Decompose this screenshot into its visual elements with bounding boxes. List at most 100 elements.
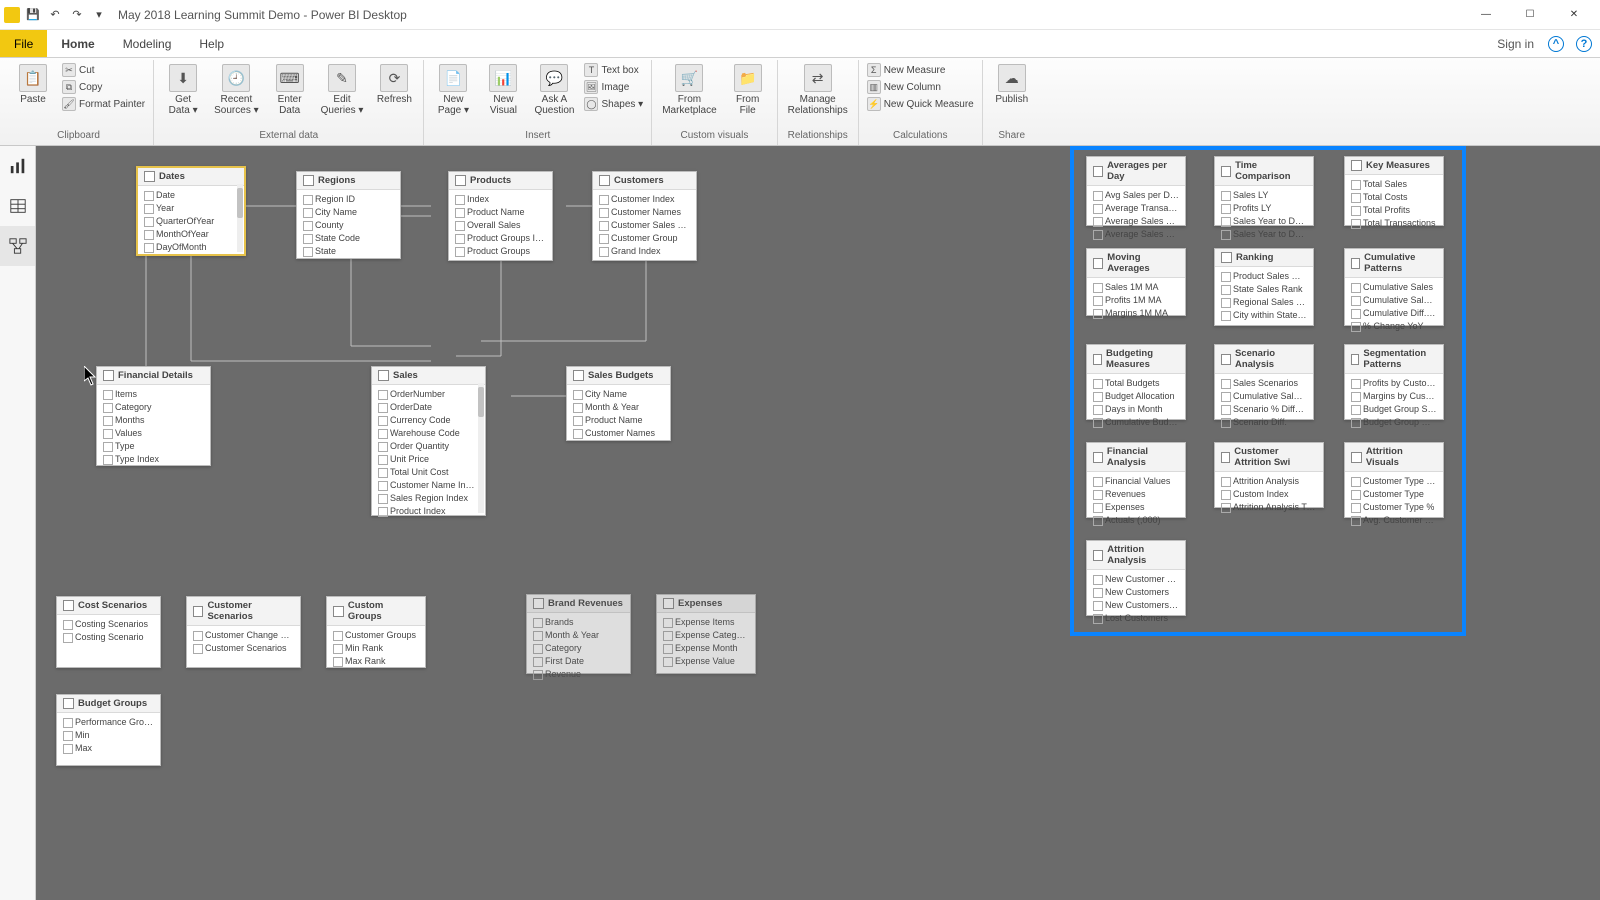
table-field[interactable]: New Customers %	[1091, 598, 1181, 611]
table-field[interactable]: Profits LY	[1219, 201, 1309, 214]
paste-button[interactable]: 📋Paste	[10, 62, 56, 107]
table-field[interactable]: Expense Items	[661, 615, 751, 628]
table-field[interactable]: Customer Group	[597, 231, 692, 244]
new-visual-button[interactable]: 📊New Visual	[480, 62, 526, 118]
table-field[interactable]: Customer Name Index	[376, 478, 481, 491]
table-field[interactable]: Type	[101, 439, 206, 452]
table-field[interactable]: Product Index	[376, 504, 481, 517]
table-attrition-analysis[interactable]: Attrition AnalysisNew Customer SalesNew …	[1086, 540, 1186, 616]
cut-button[interactable]: ✂Cut	[60, 62, 147, 78]
scrollbar[interactable]	[237, 184, 243, 252]
table-field[interactable]: Sales 1M MA	[1091, 280, 1181, 293]
tab-help[interactable]: Help	[185, 30, 238, 57]
table-field[interactable]: OrderNumber	[376, 387, 481, 400]
table-averages-per-day[interactable]: Averages per DayAvg Sales per DayAverage…	[1086, 156, 1186, 226]
table-field[interactable]: Cumulative Budgets	[1091, 415, 1181, 428]
table-field[interactable]: Cumulative Sales LY	[1349, 293, 1439, 306]
table-field[interactable]: Cumulative Sales	[1349, 280, 1439, 293]
table-field[interactable]: Total Costs	[1349, 190, 1439, 203]
table-field[interactable]: Min	[61, 728, 156, 741]
table-field[interactable]: Profits 1M MA	[1091, 293, 1181, 306]
table-field[interactable]: Total Profits	[1349, 203, 1439, 216]
table-field[interactable]: Region ID	[301, 192, 396, 205]
table-field[interactable]: Customer Groups	[331, 628, 421, 641]
new-quick-measure-button[interactable]: ⚡New Quick Measure	[865, 96, 976, 112]
table-field[interactable]: Months	[101, 413, 206, 426]
table-field[interactable]: Sales Scenarios	[1219, 376, 1309, 389]
table-field[interactable]: City within State Sale	[1219, 308, 1309, 321]
table-field[interactable]: Margins by Custom G	[1349, 389, 1439, 402]
table-field[interactable]: Total Transactions	[1349, 216, 1439, 229]
edit-queries-button[interactable]: ✎Edit Queries ▾	[317, 62, 368, 118]
table-field[interactable]: Unit Price	[376, 452, 481, 465]
shapes-button[interactable]: ◯Shapes ▾	[582, 96, 645, 112]
table-sales-budgets[interactable]: Sales BudgetsCity NameMonth & YearProduc…	[566, 366, 671, 441]
table-field[interactable]: Cumulative Sales Sc	[1219, 389, 1309, 402]
table-field[interactable]: Sales Region Index	[376, 491, 481, 504]
table-field[interactable]: Grand Index	[597, 244, 692, 257]
report-view-button[interactable]	[0, 146, 35, 186]
get-data-button[interactable]: ⬇Get Data ▾	[160, 62, 206, 118]
table-time-comparison[interactable]: Time ComparisonSales LYProfits LYSales Y…	[1214, 156, 1314, 226]
table-moving-averages[interactable]: Moving AveragesSales 1M MAProfits 1M MAM…	[1086, 248, 1186, 316]
table-key-measures[interactable]: Key MeasuresTotal SalesTotal CostsTotal …	[1344, 156, 1444, 226]
table-field[interactable]: Customer Names	[597, 205, 692, 218]
table-field[interactable]: Budget Group Sales	[1349, 402, 1439, 415]
save-icon[interactable]: 💾	[24, 6, 42, 24]
table-financial-analysis[interactable]: Financial AnalysisFinancial ValuesRevenu…	[1086, 442, 1186, 518]
ask-question-button[interactable]: 💬Ask A Question	[530, 62, 578, 118]
table-field[interactable]: Expense Category	[661, 628, 751, 641]
table-field[interactable]: Category	[101, 400, 206, 413]
table-financial-details[interactable]: Financial DetailsItemsCategoryMonthsValu…	[96, 366, 211, 466]
table-field[interactable]: Cumulative Diff. vs C	[1349, 306, 1439, 319]
table-field[interactable]: New Customer Sales	[1091, 572, 1181, 585]
table-field[interactable]: Revenue	[531, 667, 626, 680]
table-field[interactable]: Date	[142, 188, 240, 201]
table-field[interactable]: Max Rank	[331, 654, 421, 667]
table-attrition-visuals[interactable]: Attrition VisualsCustomer Type SalesCust…	[1344, 442, 1444, 518]
publish-button[interactable]: ☁Publish	[989, 62, 1035, 107]
table-field[interactable]: Total Budgets	[1091, 376, 1181, 389]
table-field[interactable]: County	[301, 218, 396, 231]
table-scenario-analysis[interactable]: Scenario AnalysisSales ScenariosCumulati…	[1214, 344, 1314, 420]
undo-icon[interactable]: ↶	[46, 6, 64, 24]
table-field[interactable]: Max	[61, 741, 156, 754]
table-field[interactable]: Product Name	[453, 205, 548, 218]
table-field[interactable]: State	[301, 244, 396, 257]
model-canvas[interactable]: DatesDateYearQuarterOfYearMonthOfYearDay…	[36, 146, 1600, 900]
table-field[interactable]: Financial Values	[1091, 474, 1181, 487]
scrollbar[interactable]	[478, 383, 484, 513]
table-dates[interactable]: DatesDateYearQuarterOfYearMonthOfYearDay…	[136, 166, 246, 256]
refresh-button[interactable]: ⟳Refresh	[371, 62, 417, 107]
table-field[interactable]: Expense Value	[661, 654, 751, 667]
table-field[interactable]: Index	[453, 192, 548, 205]
table-field[interactable]: City Name	[301, 205, 396, 218]
tab-home[interactable]: Home	[47, 30, 108, 57]
table-field[interactable]: Custom Index	[1219, 487, 1319, 500]
table-expenses[interactable]: ExpensesExpense ItemsExpense CategoryExp…	[656, 594, 756, 674]
new-page-button[interactable]: 📄New Page ▾	[430, 62, 476, 118]
table-field[interactable]: Expenses	[1091, 500, 1181, 513]
table-field[interactable]: Total Sales	[1349, 177, 1439, 190]
table-field[interactable]: Product Groups	[453, 244, 548, 257]
table-budgeting-measures[interactable]: Budgeting MeasuresTotal BudgetsBudget Al…	[1086, 344, 1186, 420]
table-field[interactable]: First Date	[531, 654, 626, 667]
table-field[interactable]: Customer Type	[1349, 487, 1439, 500]
table-field[interactable]: Customer Scenarios	[191, 641, 296, 654]
close-button[interactable]: ✕	[1552, 1, 1596, 29]
table-field[interactable]: Profits by Custom Gr	[1349, 376, 1439, 389]
table-segmentation-patterns[interactable]: Segmentation PatternsProfits by Custom G…	[1344, 344, 1444, 420]
table-field[interactable]: Month & Year	[531, 628, 626, 641]
table-field[interactable]: Total Unit Cost	[376, 465, 481, 478]
model-view-button[interactable]	[0, 226, 35, 266]
table-field[interactable]: Costing Scenarios	[61, 617, 156, 630]
copy-button[interactable]: ⧉Copy	[60, 79, 147, 95]
table-field[interactable]: Values	[101, 426, 206, 439]
data-view-button[interactable]	[0, 186, 35, 226]
table-field[interactable]: Average Sales per M	[1091, 214, 1181, 227]
table-field[interactable]: Margins 1M MA	[1091, 306, 1181, 319]
table-cumulative-patterns[interactable]: Cumulative PatternsCumulative SalesCumul…	[1344, 248, 1444, 326]
table-field[interactable]: Costing Scenario	[61, 630, 156, 643]
table-field[interactable]: Attrition Analysis Type	[1219, 500, 1319, 513]
table-customer-attrition-swi[interactable]: Customer Attrition SwiAttrition Analysis…	[1214, 442, 1324, 508]
